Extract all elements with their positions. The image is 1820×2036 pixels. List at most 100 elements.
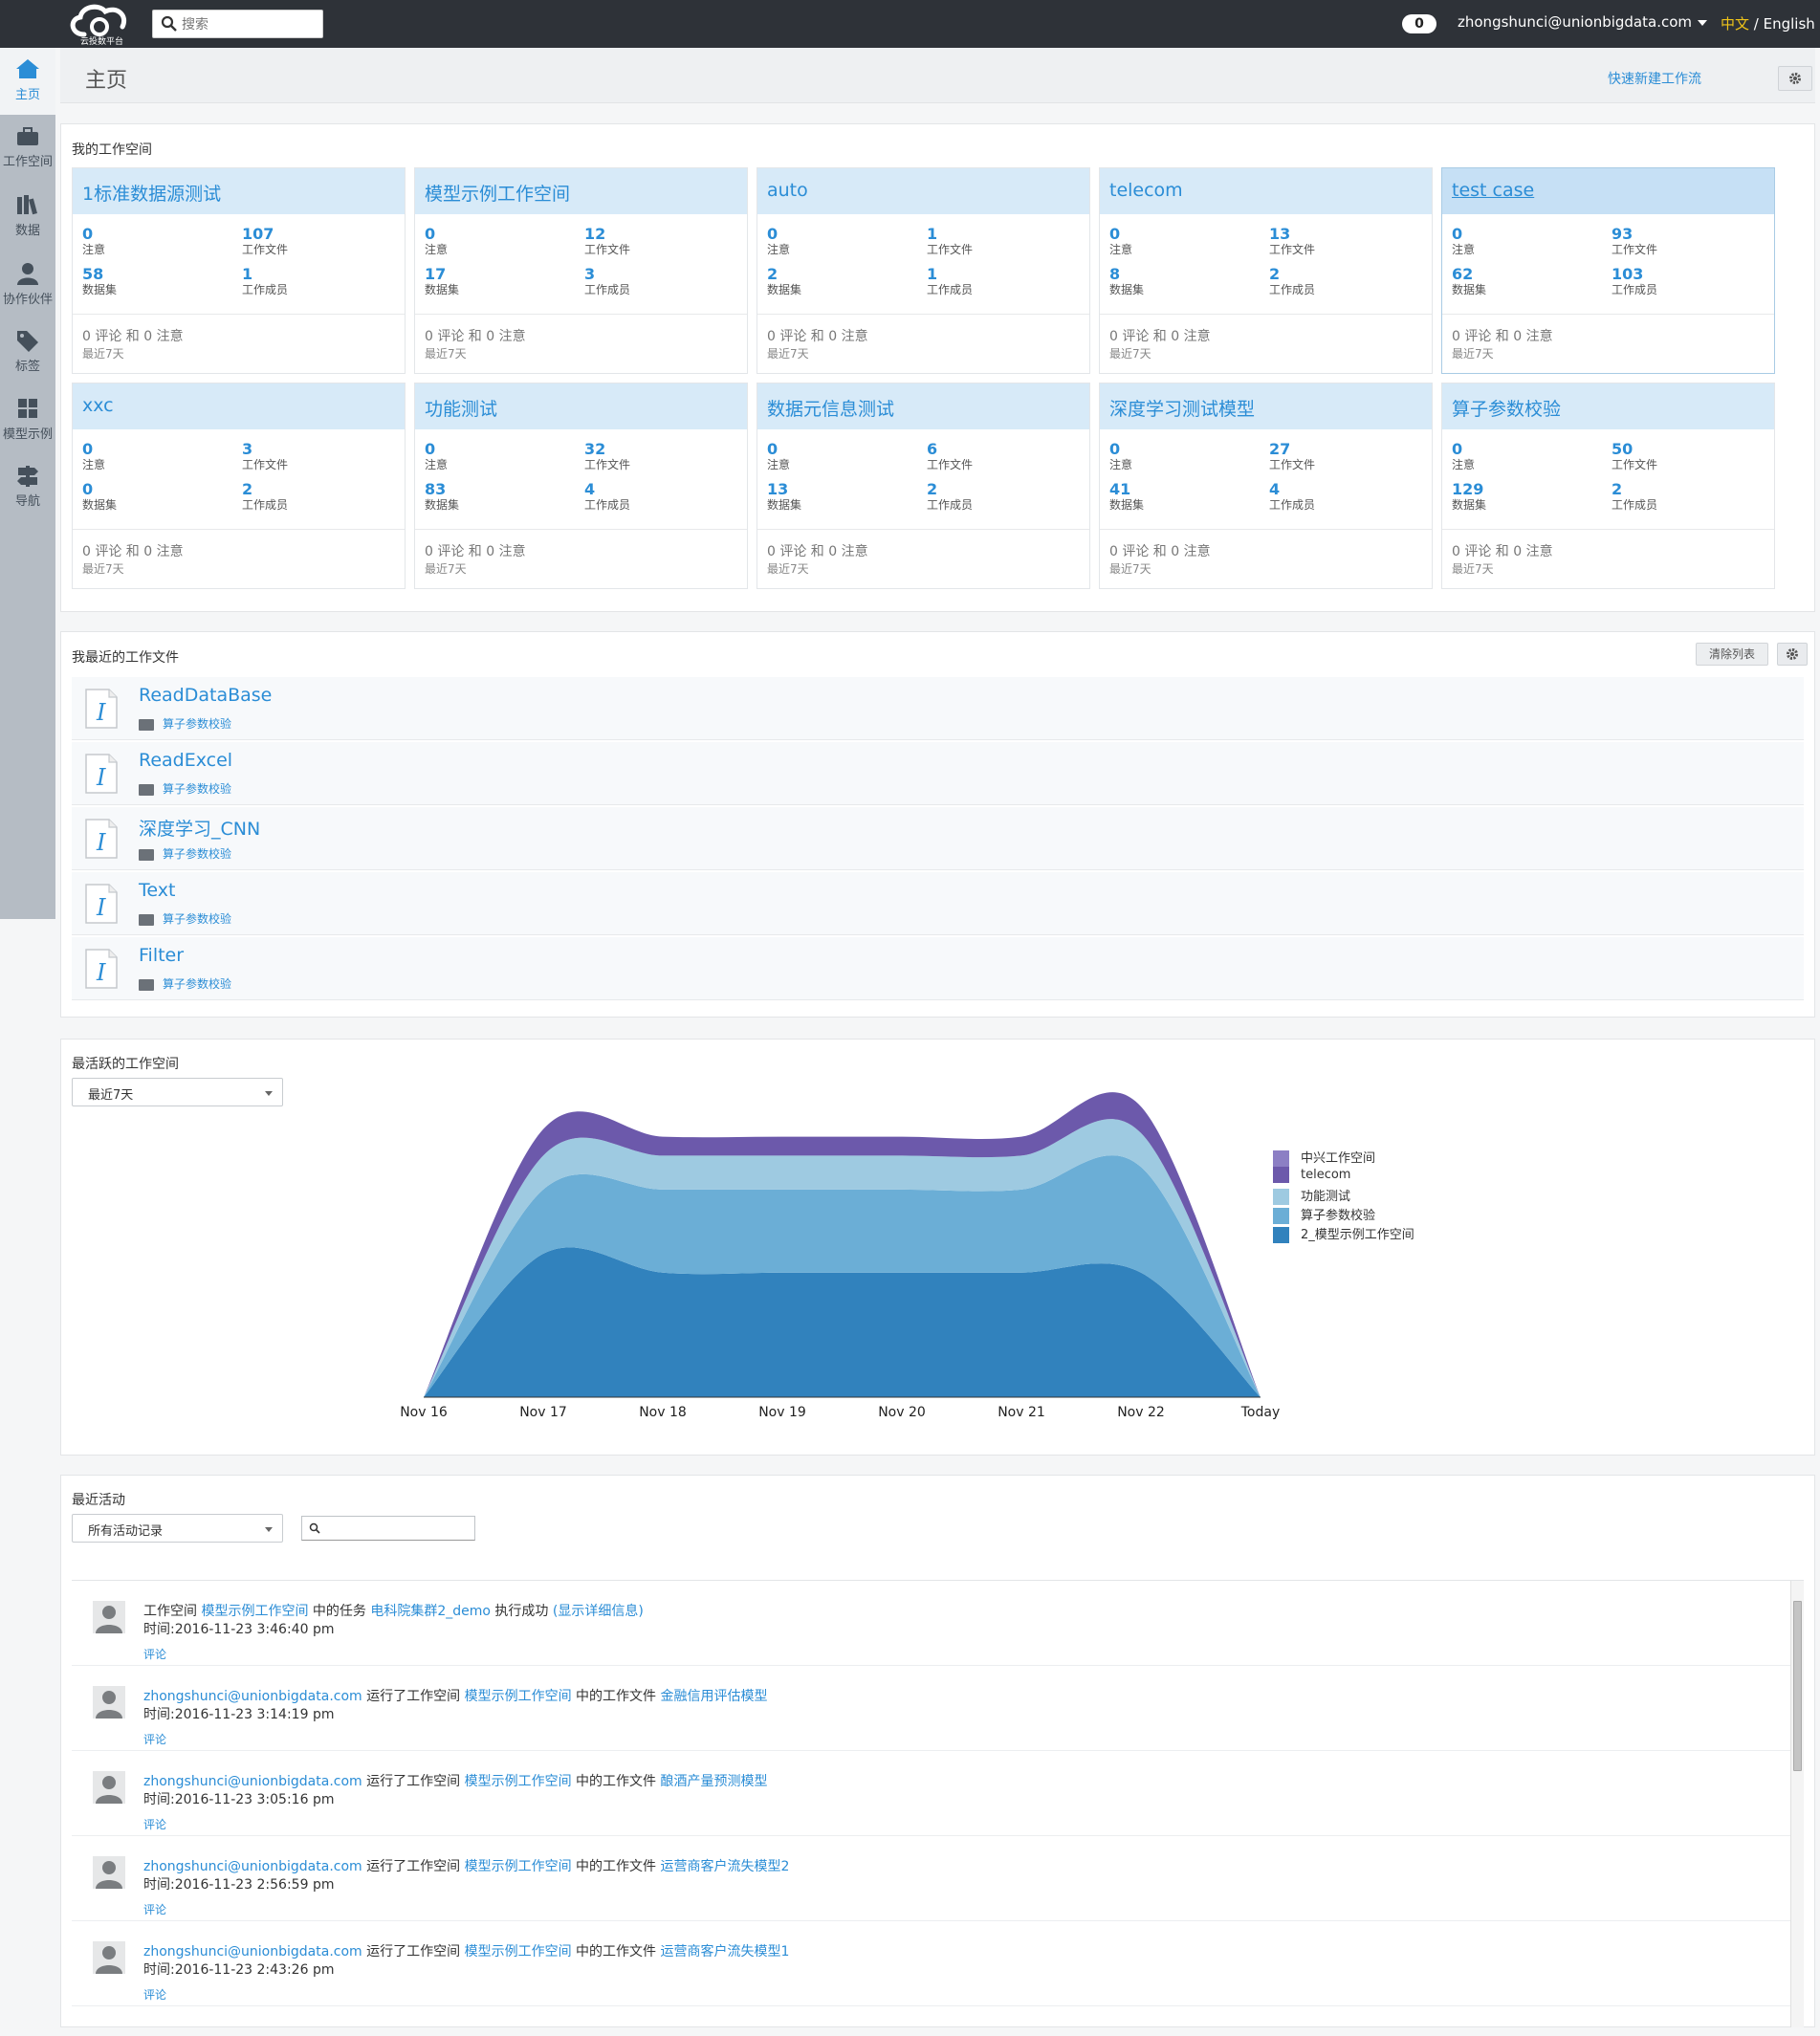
sidebar-item-tags[interactable]: 标签 [0,319,55,386]
stat-value[interactable]: 0 [425,226,448,243]
workspace-card[interactable]: 模型示例工作空间 0 注意 12 工作文件 17 数据集 3 工作成员 0 评论 和 0 注意 最近… [414,167,748,374]
sidebar-item-models[interactable]: 模型示例 [0,387,55,454]
stat-value[interactable]: 4 [1269,481,1315,498]
lang-en-link[interactable]: English [1764,15,1815,33]
file-workspace-link[interactable]: 算子参数校验 [163,847,231,861]
stat-value[interactable]: 27 [1269,441,1315,458]
stat-value[interactable]: 8 [1109,266,1144,283]
activity-filter-select[interactable]: 所有活动记录 [72,1514,283,1543]
stat-value[interactable]: 2 [1269,266,1315,283]
legend-item[interactable]: 算子参数校验 [1273,1205,1414,1224]
logo[interactable]: 云投数平台 [65,2,134,47]
workspace-card-title[interactable]: 深度学习测试模型 [1100,383,1432,429]
stat-value[interactable]: 3 [242,441,288,458]
stat-value[interactable]: 62 [1452,266,1486,283]
stat-value[interactable]: 2 [242,481,288,498]
lang-zh-link[interactable]: 中文 [1721,15,1749,33]
clear-list-button[interactable]: 清除列表 [1696,643,1768,666]
workspace-card-title[interactable]: test case [1442,168,1774,214]
stat-value[interactable]: 0 [82,441,105,458]
stat-value[interactable]: 1 [927,266,973,283]
workspace-card[interactable]: test case 0 注意 93 工作文件 62 数据集 103 工作成员 0 评论 和 0 注… [1441,167,1775,374]
stat-value[interactable]: 0 [1452,441,1475,458]
stat-value[interactable]: 0 [767,441,790,458]
activity-link[interactable]: (显示详细信息) [553,1604,644,1619]
stat-value[interactable]: 103 [1612,266,1657,283]
comment-link[interactable]: 评论 [143,1986,166,2003]
stat-value[interactable]: 58 [82,266,117,283]
stat-value[interactable]: 0 [1109,226,1132,243]
workspace-card-title[interactable]: 功能测试 [415,383,747,429]
stat-value[interactable]: 50 [1612,441,1657,458]
stat-value[interactable]: 0 [82,481,117,498]
sidebar-item-workspace[interactable]: 工作空间 [0,117,55,184]
file-name-link[interactable]: 深度学习_CNN [139,815,260,841]
stat-value[interactable]: 17 [425,266,459,283]
stat-value[interactable]: 41 [1109,481,1144,498]
sidebar-item-data[interactable]: 数据 [0,184,55,251]
scrollbar-thumb[interactable] [1793,1601,1802,1771]
stat-value[interactable]: 0 [1452,226,1475,243]
workspace-card-title[interactable]: 数据元信息测试 [757,383,1089,429]
legend-item[interactable]: 中兴工作空间 [1273,1148,1414,1167]
sidebar-item-partners[interactable]: 协作伙伴 [0,252,55,319]
activity-link[interactable]: 模型示例工作空间 [465,1944,572,1959]
stat-value[interactable]: 2 [1612,481,1657,498]
workspace-card[interactable]: 深度学习测试模型 0 注意 27 工作文件 41 数据集 4 工作成员 0 评论 和 0 注意 最近… [1099,383,1433,589]
activity-search-input[interactable] [301,1516,475,1541]
stat-value[interactable]: 129 [1452,481,1486,498]
workspace-card[interactable]: auto 0 注意 1 工作文件 2 数据集 1 工作成员 0 评论 和 0 注意 最近7天 [757,167,1090,374]
file-name-link[interactable]: Text [139,880,175,901]
workspace-card-title[interactable]: 模型示例工作空间 [415,168,747,214]
page-settings-button[interactable] [1778,66,1812,91]
notification-badge[interactable]: 0 [1402,14,1436,33]
file-workspace-link[interactable]: 算子参数校验 [163,782,231,796]
stat-value[interactable]: 3 [584,266,630,283]
activity-link[interactable]: 金融信用评估模型 [660,1689,767,1704]
legend-item[interactable]: 功能测试 [1273,1186,1414,1205]
file-workspace-link[interactable]: 算子参数校验 [163,912,231,926]
quick-new-workflow-link[interactable]: 快速新建工作流 [1608,69,1701,88]
files-settings-button[interactable] [1777,643,1808,666]
activity-link[interactable]: 模型示例工作空间 [465,1689,572,1704]
activity-link[interactable]: zhongshunci@unionbigdata.com [143,1774,362,1789]
stat-value[interactable]: 0 [767,226,790,243]
file-workspace-link[interactable]: 算子参数校验 [163,717,231,731]
sidebar-item-home[interactable]: 主页 [0,48,55,115]
stat-value[interactable]: 0 [1109,441,1132,458]
legend-item[interactable]: telecom [1273,1167,1414,1186]
activity-link[interactable]: zhongshunci@unionbigdata.com [143,1859,362,1874]
stat-value[interactable]: 2 [767,266,801,283]
file-name-link[interactable]: Filter [139,945,184,966]
stat-value[interactable]: 12 [584,226,630,243]
stat-value[interactable]: 4 [584,481,630,498]
stat-value[interactable]: 83 [425,481,459,498]
comment-link[interactable]: 评论 [143,1901,166,1917]
activity-link[interactable]: zhongshunci@unionbigdata.com [143,1689,362,1704]
stat-value[interactable]: 6 [927,441,973,458]
activity-link[interactable]: zhongshunci@unionbigdata.com [143,1944,362,1959]
workspace-card[interactable]: 算子参数校验 0 注意 50 工作文件 129 数据集 2 工作成员 0 评论 和 0 注意 最近7… [1441,383,1775,589]
comment-link[interactable]: 评论 [143,1731,166,1747]
workspace-card-title[interactable]: telecom [1100,168,1432,214]
comment-link[interactable]: 评论 [143,1816,166,1832]
activity-link[interactable]: 模型示例工作空间 [201,1604,308,1619]
user-menu[interactable]: zhongshunci@unionbigdata.com [1458,13,1708,31]
stat-value[interactable]: 93 [1612,226,1657,243]
legend-item[interactable]: 2_模型示例工作空间 [1273,1224,1414,1243]
stat-value[interactable]: 2 [927,481,973,498]
workspace-card[interactable]: 数据元信息测试 0 注意 6 工作文件 13 数据集 2 工作成员 0 评论 和 0 注意 最近7天 [757,383,1090,589]
workspace-card-title[interactable]: 算子参数校验 [1442,383,1774,429]
workspace-card[interactable]: 1标准数据源测试 0 注意 107 工作文件 58 数据集 1 工作成员 0 评论 和 0 注意最… [72,167,406,374]
stat-value[interactable]: 1 [927,226,973,243]
workspace-card[interactable]: 功能测试 0 注意 32 工作文件 83 数据集 4 工作成员 0 评论 和 0 注意 最近7天 [414,383,748,589]
stat-value[interactable]: 13 [1269,226,1315,243]
workspace-card[interactable]: telecom 0 注意 13 工作文件 8 数据集 2 工作成员 0 评论 和 0 注意 最近7天 [1099,167,1433,374]
file-name-link[interactable]: ReadExcel [139,750,232,771]
file-workspace-link[interactable]: 算子参数校验 [163,977,231,991]
activity-link[interactable]: 模型示例工作空间 [465,1859,572,1874]
stat-value[interactable]: 0 [425,441,448,458]
activity-link[interactable]: 酿酒产量预测模型 [660,1774,767,1789]
stat-value[interactable]: 13 [767,481,801,498]
activity-scrollbar[interactable] [1790,1581,1804,2027]
